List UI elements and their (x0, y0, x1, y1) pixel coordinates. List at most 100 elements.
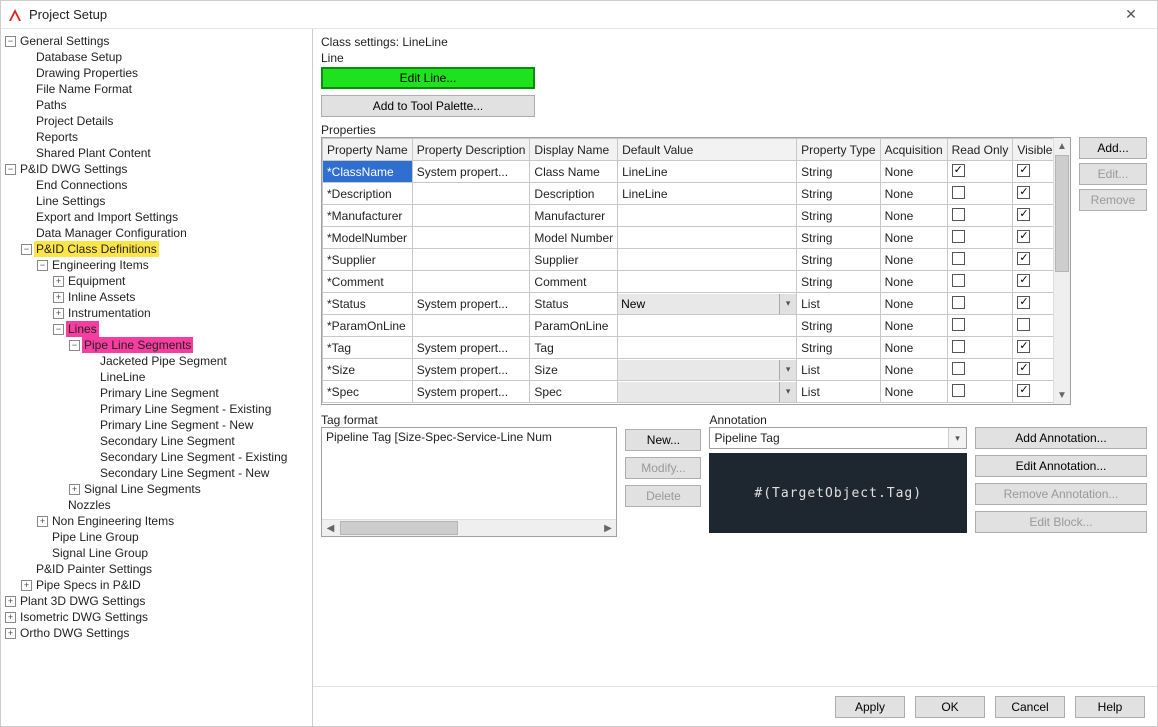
cell-property-description[interactable] (412, 205, 530, 227)
tree-primary-line-segment[interactable]: Primary Line Segment (98, 385, 221, 401)
cell-read-only[interactable] (947, 337, 1013, 359)
tree-general-settings[interactable]: General Settings (18, 33, 111, 49)
cell-property-type[interactable]: String (797, 183, 880, 205)
table-row[interactable]: *DescriptionDescriptionLineLineStringNon… (323, 183, 1057, 205)
cell-default-value[interactable] (618, 337, 797, 359)
cell-property-description[interactable]: System propert... (412, 359, 530, 381)
tree-file-name-format[interactable]: File Name Format (34, 81, 134, 97)
tree-signal-line-segments[interactable]: Signal Line Segments (82, 481, 203, 497)
visible-checkbox[interactable] (1017, 230, 1030, 243)
properties-table[interactable]: Property Name Property Description Displ… (322, 138, 1057, 403)
tree-primary-line-segment-new[interactable]: Primary Line Segment - New (98, 417, 255, 433)
cell-property-type[interactable]: List (797, 293, 880, 315)
cell-property-type[interactable]: String (797, 227, 880, 249)
cell-visible[interactable] (1013, 249, 1057, 271)
cell-property-name[interactable]: *Size (323, 359, 413, 381)
cell-property-name[interactable]: *Tag (323, 337, 413, 359)
cell-acquisition[interactable]: None (880, 359, 947, 381)
cell-property-type[interactable]: String (797, 271, 880, 293)
cell-display-name[interactable]: Status (530, 293, 618, 315)
cell-display-name[interactable]: Size (530, 359, 618, 381)
tree-pid-dwg-settings[interactable]: P&ID DWG Settings (18, 161, 129, 177)
visible-checkbox[interactable] (1017, 186, 1030, 199)
cell-property-name[interactable]: *ParamOnLine (323, 315, 413, 337)
cell-property-description[interactable] (412, 315, 530, 337)
tree-jacketed-pipe-segment[interactable]: Jacketed Pipe Segment (98, 353, 229, 369)
cell-acquisition[interactable]: None (880, 381, 947, 403)
tree-pipe-specs[interactable]: Pipe Specs in P&ID (34, 577, 143, 593)
expand-icon[interactable]: + (5, 628, 16, 639)
cell-property-description[interactable]: System propert... (412, 161, 530, 183)
property-remove-button[interactable]: Remove (1079, 189, 1147, 211)
cell-visible[interactable] (1013, 315, 1057, 337)
table-row[interactable]: *SupplierSupplierStringNone (323, 249, 1057, 271)
cell-acquisition[interactable]: None (880, 293, 947, 315)
expand-icon[interactable]: + (69, 484, 80, 495)
cell-visible[interactable] (1013, 271, 1057, 293)
table-row[interactable]: *CommentCommentStringNone (323, 271, 1057, 293)
scroll-thumb[interactable] (1055, 155, 1069, 272)
cell-property-description[interactable] (412, 249, 530, 271)
tree-pid-painter-settings[interactable]: P&ID Painter Settings (34, 561, 154, 577)
read-only-checkbox[interactable] (952, 230, 965, 243)
cell-read-only[interactable] (947, 227, 1013, 249)
tree-inline-assets[interactable]: Inline Assets (66, 289, 137, 305)
cell-acquisition[interactable]: None (880, 205, 947, 227)
ok-button[interactable]: OK (915, 696, 985, 718)
cell-display-name[interactable]: Tag (530, 337, 618, 359)
annotation-select[interactable]: Pipeline Tag ▾ (709, 427, 967, 449)
tree-data-manager-config[interactable]: Data Manager Configuration (34, 225, 189, 241)
scroll-thumb[interactable] (340, 521, 458, 535)
visible-checkbox[interactable] (1017, 252, 1030, 265)
read-only-checkbox[interactable] (952, 318, 965, 331)
tree-engineering-items[interactable]: Engineering Items (50, 257, 151, 273)
cell-property-name[interactable]: *Spec (323, 381, 413, 403)
cell-property-type[interactable]: String (797, 249, 880, 271)
cell-acquisition[interactable]: None (880, 227, 947, 249)
cell-acquisition[interactable]: None (880, 337, 947, 359)
tree-lines[interactable]: Lines (66, 321, 99, 337)
tree-ortho-dwg[interactable]: Ortho DWG Settings (18, 625, 131, 641)
read-only-checkbox[interactable] (952, 362, 965, 375)
default-value-input[interactable] (618, 360, 779, 380)
visible-checkbox[interactable] (1017, 318, 1030, 331)
tree-end-connections[interactable]: End Connections (34, 177, 129, 193)
cell-acquisition[interactable]: None (880, 315, 947, 337)
cell-default-value[interactable] (618, 249, 797, 271)
visible-checkbox[interactable] (1017, 208, 1030, 221)
col-property-description[interactable]: Property Description (412, 139, 530, 161)
read-only-checkbox[interactable] (952, 274, 965, 287)
cell-acquisition[interactable]: None (880, 161, 947, 183)
remove-annotation-button[interactable]: Remove Annotation... (975, 483, 1147, 505)
cell-visible[interactable] (1013, 381, 1057, 403)
read-only-checkbox[interactable] (952, 296, 965, 309)
cell-property-name[interactable]: *Supplier (323, 249, 413, 271)
table-row[interactable]: *ManufacturerManufacturerStringNone (323, 205, 1057, 227)
chevron-down-icon[interactable]: ▾ (948, 428, 966, 448)
cancel-button[interactable]: Cancel (995, 696, 1065, 718)
expand-icon[interactable]: + (5, 612, 16, 623)
cell-read-only[interactable] (947, 161, 1013, 183)
cell-default-value[interactable]: LineLine (618, 183, 797, 205)
cell-acquisition[interactable]: None (880, 249, 947, 271)
collapse-icon[interactable]: − (37, 260, 48, 271)
nav-tree[interactable]: −General Settings Database Setup Drawing… (1, 29, 313, 726)
expand-icon[interactable]: + (53, 276, 64, 287)
tree-signal-line-group[interactable]: Signal Line Group (50, 545, 150, 561)
cell-property-description[interactable]: System propert... (412, 381, 530, 403)
read-only-checkbox[interactable] (952, 384, 965, 397)
tag-modify-button[interactable]: Modify... (625, 457, 701, 479)
col-property-type[interactable]: Property Type (797, 139, 880, 161)
cell-visible[interactable] (1013, 227, 1057, 249)
expand-icon[interactable]: + (21, 580, 32, 591)
cell-default-value[interactable]: ▾ (618, 381, 797, 403)
collapse-icon[interactable]: − (21, 244, 32, 255)
close-button[interactable]: ✕ (1111, 2, 1151, 28)
tree-pid-class-definitions[interactable]: P&ID Class Definitions (34, 241, 159, 257)
table-row[interactable]: *SpecSystem propert...Spec▾ListNone (323, 381, 1057, 403)
visible-checkbox[interactable] (1017, 362, 1030, 375)
tree-database-setup[interactable]: Database Setup (34, 49, 124, 65)
cell-default-value[interactable] (618, 315, 797, 337)
tree-lineline[interactable]: LineLine (98, 369, 147, 385)
add-annotation-button[interactable]: Add Annotation... (975, 427, 1147, 449)
